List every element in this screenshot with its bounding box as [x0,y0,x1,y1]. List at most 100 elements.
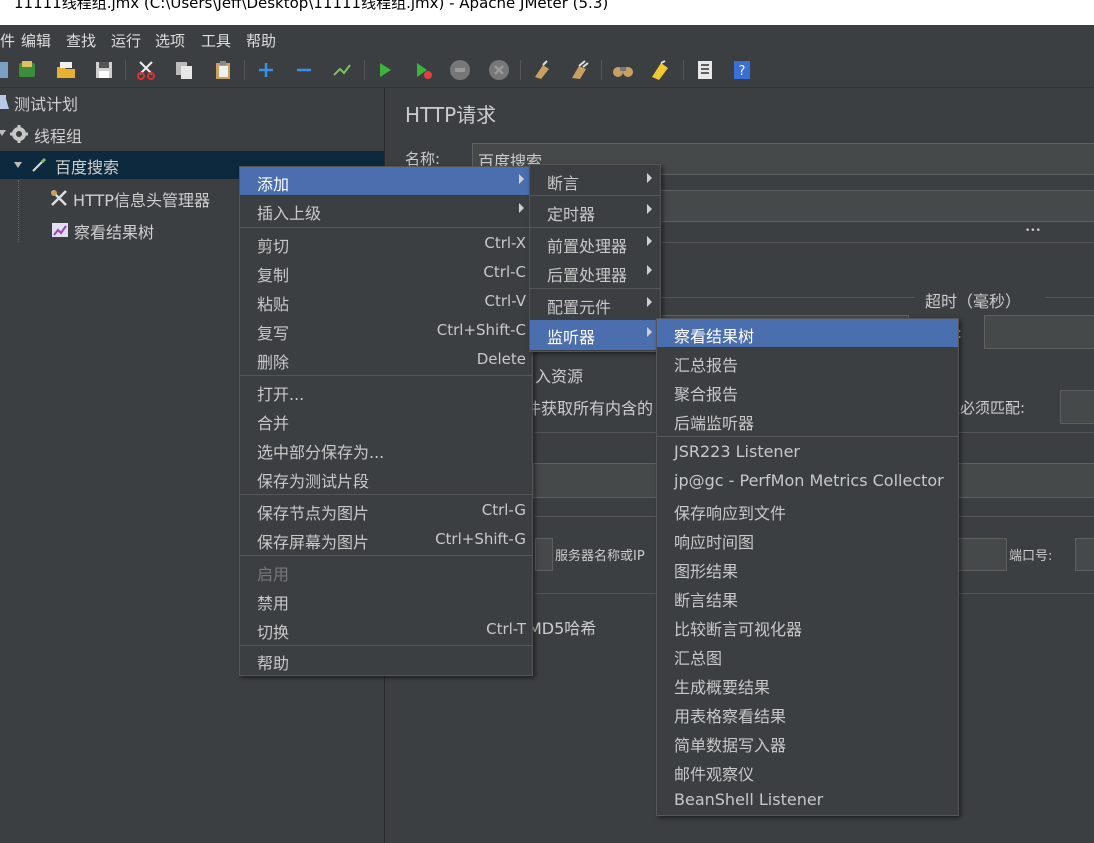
menu-item-duplicate[interactable]: 复写 Ctrl+Shift-C [240,316,532,344]
menu-item-merge[interactable]: 合并 [240,406,532,434]
menu-item-delete[interactable]: 删除 Delete [240,345,532,373]
menu-item-toggle[interactable]: 切换 Ctrl-T [240,615,532,643]
menu-item-copy[interactable]: 复制 Ctrl-C [240,258,532,286]
menu-item-label: 后置处理器 [547,266,628,285]
menu-item-aggregate-report[interactable]: 聚合报告 [657,377,958,405]
port-field[interactable] [1075,538,1094,571]
submenu-arrow-icon [519,203,524,213]
svg-text:?: ? [739,64,746,79]
menu-item-save-responses[interactable]: 保存响应到文件 [657,496,958,524]
menu-item-label: jp@gc - PerfMon Metrics Collector [674,471,944,490]
clear-all-icon[interactable] [569,59,591,81]
menu-item-beanshell-listener[interactable]: BeanShell Listener [657,786,958,814]
menu-divider [530,227,660,228]
menu-help[interactable]: 帮助 [246,30,276,51]
menu-item-label: 用表格察看结果 [674,707,787,726]
menu-item-save-selection[interactable]: 选中部分保存为... [240,435,532,463]
chevron-down-icon[interactable] [14,161,22,169]
menu-item-cut[interactable]: 剪切 Ctrl-X [240,229,532,257]
menu-file[interactable]: 件 [0,30,15,51]
menu-item-label: 启用 [257,565,290,584]
toggle-icon[interactable] [331,59,353,81]
menu-item-summary-report[interactable]: 汇总报告 [657,348,958,376]
response-timeout-field[interactable] [984,315,1094,349]
save-icon[interactable] [93,59,115,81]
menu-item-label: 后端监听器 [674,414,755,433]
menu-item-timers[interactable]: 定时器 [530,197,660,225]
menu-item-config-elements[interactable]: 配置元件 [530,290,660,318]
menu-item-assertion-results[interactable]: 断言结果 [657,583,958,611]
menu-options[interactable]: 选项 [155,30,185,51]
menu-item-shortcut: Ctrl-G [481,501,526,519]
collapse-handle[interactable]: ••• [1025,226,1041,236]
help-icon[interactable]: ? [731,59,753,81]
menu-item-response-time-graph[interactable]: 响应时间图 [657,525,958,553]
tree-node-label: 察看结果树 [74,223,155,242]
menu-run[interactable]: 运行 [111,30,141,51]
menu-item-save-screen-image[interactable]: 保存屏幕为图片 Ctrl+Shift-G [240,525,532,553]
start-no-pause-icon[interactable] [412,59,434,81]
submenu-arrow-icon [647,204,652,214]
menu-item-preprocessors[interactable]: 前置处理器 [530,229,660,257]
copy-icon[interactable] [173,59,195,81]
menu-item-listeners[interactable]: 监听器 [530,320,660,350]
start-icon[interactable] [374,59,396,81]
menu-item-save-node-image[interactable]: 保存节点为图片 Ctrl-G [240,496,532,524]
templates-icon[interactable] [16,59,38,81]
menu-item-aggregate-graph[interactable]: 汇总图 [657,641,958,669]
menu-item-generate-summary[interactable]: 生成概要结果 [657,670,958,698]
menu-item-label: 响应时间图 [674,533,755,552]
menu-item-save-fragment[interactable]: 保存为测试片段 [240,464,532,492]
expand-icon[interactable] [255,59,277,81]
menu-item-shortcut: Ctrl-C [483,263,526,281]
clear-icon[interactable] [531,59,553,81]
menu-item-add[interactable]: 添加 [240,167,532,195]
menu-item-paste[interactable]: 粘贴 Ctrl-V [240,287,532,315]
paste-icon[interactable] [212,59,234,81]
search-icon[interactable] [612,59,634,81]
menu-item-shortcut: Ctrl-T [486,620,526,638]
open-icon[interactable] [55,59,77,81]
menu-item-jsr223-listener[interactable]: JSR223 Listener [657,438,958,466]
menu-item-enable: 启用 [240,557,532,585]
menu-item-label: 配置元件 [547,298,612,317]
menu-item-open[interactable]: 打开... [240,377,532,405]
menu-item-label: BeanShell Listener [674,790,824,809]
menu-edit[interactable]: 编辑 [21,30,51,51]
menu-item-label: 定时器 [547,205,596,224]
add-submenu: 断言 定时器 前置处理器 后置处理器 配置元件 监听器 [529,164,661,352]
new-icon[interactable] [0,59,16,81]
menu-item-postprocessors[interactable]: 后置处理器 [530,258,660,286]
collapse-icon[interactable] [293,59,315,81]
menu-item-assertions[interactable]: 断言 [530,166,660,194]
cut-icon[interactable] [135,59,157,81]
menu-item-perfmon-collector[interactable]: jp@gc - PerfMon Metrics Collector [657,467,958,495]
menu-item-label: 删除 [257,353,290,372]
menu-tools[interactable]: 工具 [201,30,231,51]
menu-item-label: 汇总报告 [674,356,739,375]
menu-item-help[interactable]: 帮助 [240,646,532,674]
reset-search-icon[interactable] [649,59,671,81]
menu-item-graph-results[interactable]: 图形结果 [657,554,958,582]
menu-item-label: 图形结果 [674,562,739,581]
scheme-field[interactable] [535,538,553,571]
menu-item-simple-data-writer[interactable]: 简单数据写入器 [657,728,958,756]
shutdown-icon[interactable] [488,59,510,81]
menu-item-mailer-visualizer[interactable]: 邮件观察仪 [657,757,958,785]
menu-bar: 件 编辑 查找 运行 选项 工具 帮助 [0,25,1094,53]
menu-item-backend-listener[interactable]: 后端监听器 [657,406,958,434]
menu-item-compare-assertion-visualizer[interactable]: 比较断言可视化器 [657,612,958,640]
menu-divider [240,555,532,556]
menu-item-view-results-table[interactable]: 用表格察看结果 [657,699,958,727]
chevron-down-icon[interactable] [0,129,6,137]
menu-search[interactable]: 查找 [66,30,96,51]
menu-item-disable[interactable]: 禁用 [240,586,532,614]
menu-item-insert-parent[interactable]: 插入上级 [240,196,532,224]
menu-item-view-results-tree[interactable]: 察看结果树 [657,319,958,347]
urls-must-match-field[interactable] [1060,390,1094,424]
menu-item-shortcut: Ctrl-V [484,292,526,310]
function-helper-icon[interactable] [694,59,716,81]
stop-icon[interactable] [449,59,471,81]
menu-item-label: 察看结果树 [674,327,755,346]
menu-item-label: 断言结果 [674,591,739,610]
